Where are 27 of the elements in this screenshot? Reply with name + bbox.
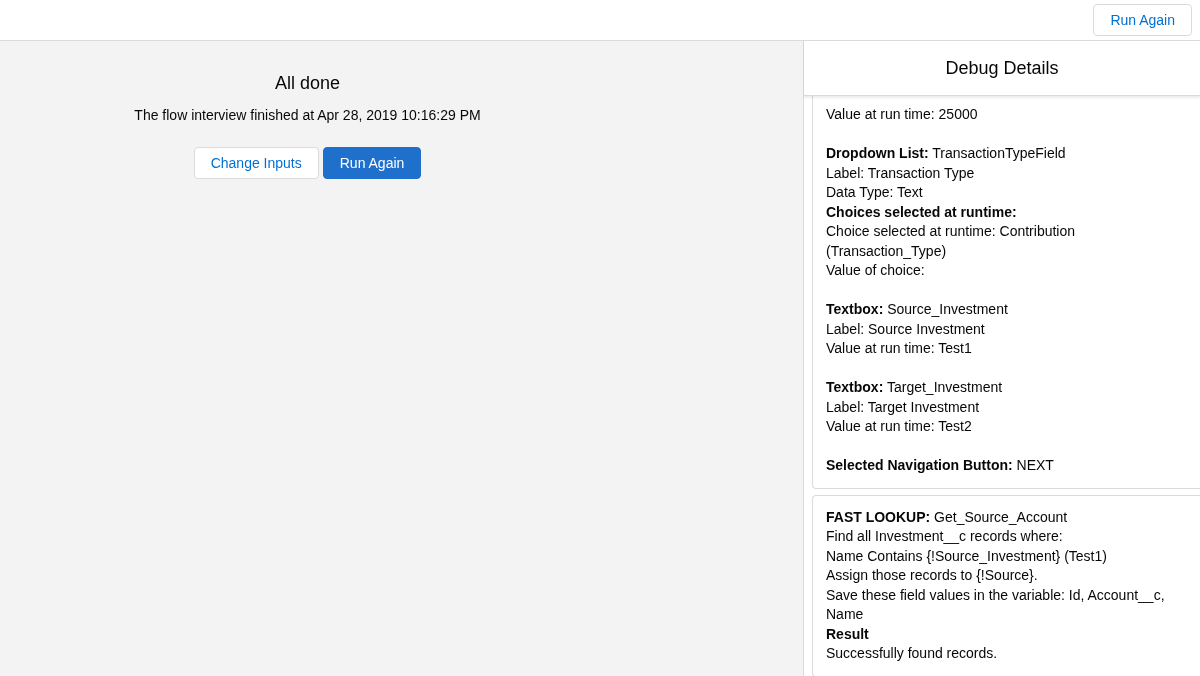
debug-text: Dropdown List: TransactionTypeField: [826, 144, 1067, 163]
debug-text: Textbox: Source_Investment: [826, 300, 1009, 319]
debug-text: Result: [826, 624, 870, 644]
debug-text: Successfully found records.: [826, 644, 999, 663]
debug-text: Selected Navigation Button: NEXT: [826, 456, 1055, 475]
debug-text: Value at run time: Test2: [826, 417, 973, 436]
debug-text: FAST LOOKUP: Get_Source_Account: [826, 507, 1069, 527]
debug-text: Data Type: Text: [826, 183, 924, 202]
debug-text: Label: Source Investment: [826, 319, 986, 339]
result-title: All done: [274, 73, 341, 94]
debug-text: Name Contains {!Source_Investment} (Test1): [826, 546, 1108, 566]
debug-text: Label: Target Investment: [826, 397, 981, 417]
debug-text: Save these field values in the variable: Id, Account__c, Name: [826, 585, 1166, 624]
result-message: The flow interview finished at Apr 28, 2019 10:16:29 PM: [134, 107, 481, 123]
run-again-button[interactable]: Run Again: [322, 147, 422, 179]
change-inputs-button[interactable]: Change Inputs: [193, 147, 319, 179]
debug-text: Find all Investment__c records where:: [826, 527, 1064, 546]
debug-text: Value at run time: Test1: [826, 339, 973, 358]
debug-text: Label: Transaction Type: [826, 163, 976, 183]
debug-text: Choice selected at runtime: Contribution (Transaction_Type): [826, 222, 1077, 261]
panel-title: Debug Details: [804, 41, 1200, 96]
debug-text: Assign those records to {!Source}.: [826, 566, 1039, 585]
run-again-button[interactable]: Run Again: [1093, 4, 1192, 36]
debug-text: Textbox: Target_Investment: [826, 378, 1004, 397]
debug-text: Choices selected at runtime:: [826, 202, 1018, 222]
debug-text: Value at run time: 25000: [826, 105, 979, 124]
debug-text: Value of choice:: [826, 261, 926, 280]
